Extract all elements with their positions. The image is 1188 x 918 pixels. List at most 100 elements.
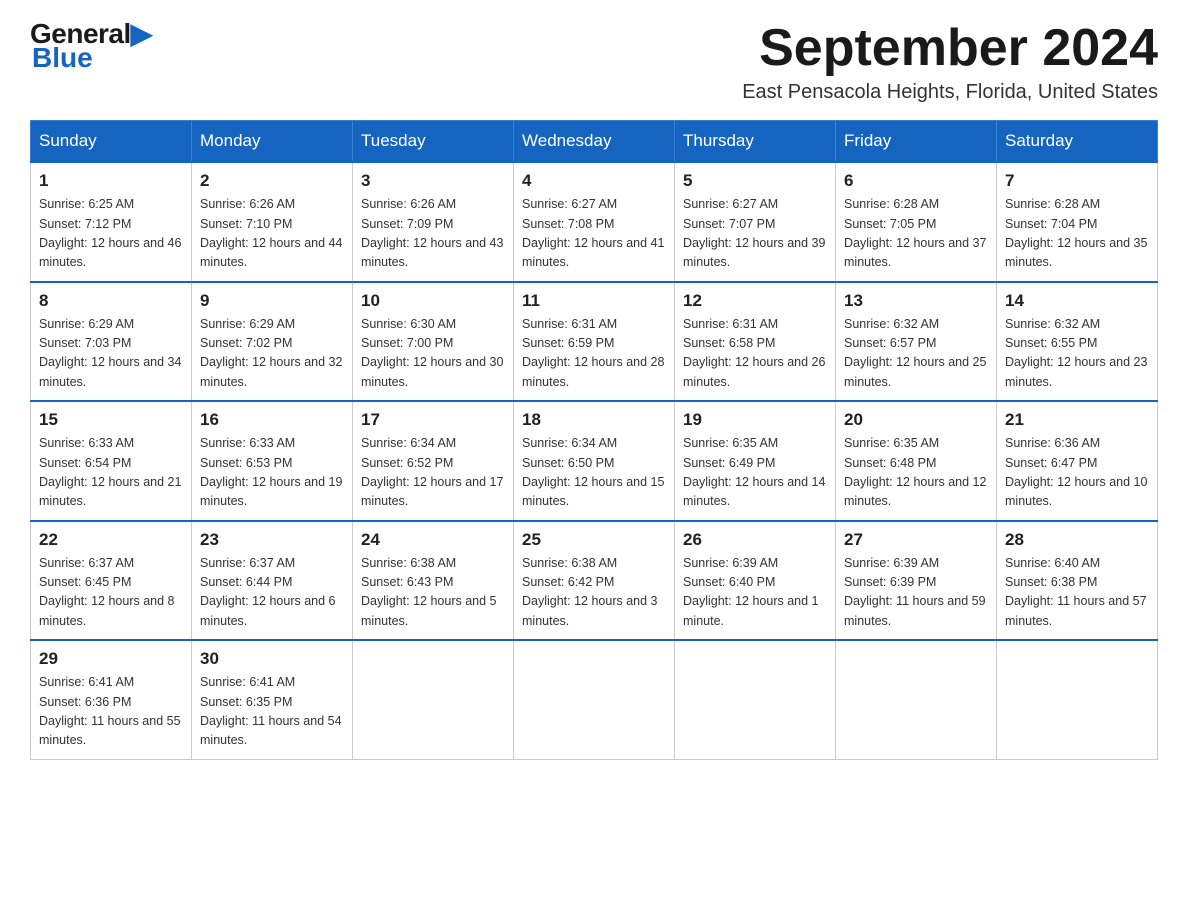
week-row-5: 29 Sunrise: 6:41 AM Sunset: 6:36 PM Dayl… xyxy=(31,640,1158,759)
day-number: 13 xyxy=(844,291,988,311)
calendar-cell xyxy=(997,640,1158,759)
day-info: Sunrise: 6:32 AM Sunset: 6:55 PM Dayligh… xyxy=(1005,315,1149,393)
calendar-table: SundayMondayTuesdayWednesdayThursdayFrid… xyxy=(30,120,1158,760)
weekday-header-row: SundayMondayTuesdayWednesdayThursdayFrid… xyxy=(31,121,1158,163)
day-info: Sunrise: 6:32 AM Sunset: 6:57 PM Dayligh… xyxy=(844,315,988,393)
logo: General▶ Blue xyxy=(30,20,152,72)
day-number: 5 xyxy=(683,171,827,191)
day-info: Sunrise: 6:36 AM Sunset: 6:47 PM Dayligh… xyxy=(1005,434,1149,512)
month-title: September 2024 xyxy=(742,20,1158,77)
day-info: Sunrise: 6:41 AM Sunset: 6:36 PM Dayligh… xyxy=(39,673,183,751)
day-info: Sunrise: 6:38 AM Sunset: 6:42 PM Dayligh… xyxy=(522,554,666,632)
logo-blue-text: Blue xyxy=(32,42,93,73)
calendar-cell: 26 Sunrise: 6:39 AM Sunset: 6:40 PM Dayl… xyxy=(675,521,836,641)
day-info: Sunrise: 6:38 AM Sunset: 6:43 PM Dayligh… xyxy=(361,554,505,632)
day-info: Sunrise: 6:37 AM Sunset: 6:44 PM Dayligh… xyxy=(200,554,344,632)
day-number: 20 xyxy=(844,410,988,430)
day-number: 14 xyxy=(1005,291,1149,311)
calendar-cell: 5 Sunrise: 6:27 AM Sunset: 7:07 PM Dayli… xyxy=(675,162,836,282)
day-number: 16 xyxy=(200,410,344,430)
location-title: East Pensacola Heights, Florida, United … xyxy=(742,81,1158,104)
day-number: 24 xyxy=(361,530,505,550)
calendar-cell: 8 Sunrise: 6:29 AM Sunset: 7:03 PM Dayli… xyxy=(31,282,192,402)
calendar-cell: 12 Sunrise: 6:31 AM Sunset: 6:58 PM Dayl… xyxy=(675,282,836,402)
calendar-cell xyxy=(514,640,675,759)
day-info: Sunrise: 6:33 AM Sunset: 6:53 PM Dayligh… xyxy=(200,434,344,512)
day-number: 18 xyxy=(522,410,666,430)
calendar-cell: 4 Sunrise: 6:27 AM Sunset: 7:08 PM Dayli… xyxy=(514,162,675,282)
calendar-cell: 15 Sunrise: 6:33 AM Sunset: 6:54 PM Dayl… xyxy=(31,401,192,521)
weekday-header-friday: Friday xyxy=(836,121,997,163)
calendar-cell: 16 Sunrise: 6:33 AM Sunset: 6:53 PM Dayl… xyxy=(192,401,353,521)
day-info: Sunrise: 6:35 AM Sunset: 6:48 PM Dayligh… xyxy=(844,434,988,512)
calendar-cell: 23 Sunrise: 6:37 AM Sunset: 6:44 PM Dayl… xyxy=(192,521,353,641)
day-number: 8 xyxy=(39,291,183,311)
page-header: General▶ Blue September 2024 East Pensac… xyxy=(30,20,1158,104)
calendar-cell: 27 Sunrise: 6:39 AM Sunset: 6:39 PM Dayl… xyxy=(836,521,997,641)
calendar-cell: 9 Sunrise: 6:29 AM Sunset: 7:02 PM Dayli… xyxy=(192,282,353,402)
day-number: 21 xyxy=(1005,410,1149,430)
day-info: Sunrise: 6:27 AM Sunset: 7:07 PM Dayligh… xyxy=(683,195,827,273)
day-info: Sunrise: 6:34 AM Sunset: 6:50 PM Dayligh… xyxy=(522,434,666,512)
day-info: Sunrise: 6:26 AM Sunset: 7:10 PM Dayligh… xyxy=(200,195,344,273)
day-info: Sunrise: 6:25 AM Sunset: 7:12 PM Dayligh… xyxy=(39,195,183,273)
day-number: 26 xyxy=(683,530,827,550)
day-info: Sunrise: 6:28 AM Sunset: 7:04 PM Dayligh… xyxy=(1005,195,1149,273)
weekday-header-tuesday: Tuesday xyxy=(353,121,514,163)
day-info: Sunrise: 6:31 AM Sunset: 6:59 PM Dayligh… xyxy=(522,315,666,393)
day-info: Sunrise: 6:34 AM Sunset: 6:52 PM Dayligh… xyxy=(361,434,505,512)
calendar-cell xyxy=(353,640,514,759)
day-number: 28 xyxy=(1005,530,1149,550)
day-number: 7 xyxy=(1005,171,1149,191)
day-info: Sunrise: 6:39 AM Sunset: 6:40 PM Dayligh… xyxy=(683,554,827,632)
day-number: 1 xyxy=(39,171,183,191)
calendar-cell: 1 Sunrise: 6:25 AM Sunset: 7:12 PM Dayli… xyxy=(31,162,192,282)
calendar-cell: 17 Sunrise: 6:34 AM Sunset: 6:52 PM Dayl… xyxy=(353,401,514,521)
day-info: Sunrise: 6:35 AM Sunset: 6:49 PM Dayligh… xyxy=(683,434,827,512)
day-number: 25 xyxy=(522,530,666,550)
day-info: Sunrise: 6:27 AM Sunset: 7:08 PM Dayligh… xyxy=(522,195,666,273)
calendar-cell: 3 Sunrise: 6:26 AM Sunset: 7:09 PM Dayli… xyxy=(353,162,514,282)
day-number: 3 xyxy=(361,171,505,191)
calendar-cell: 24 Sunrise: 6:38 AM Sunset: 6:43 PM Dayl… xyxy=(353,521,514,641)
calendar-cell: 2 Sunrise: 6:26 AM Sunset: 7:10 PM Dayli… xyxy=(192,162,353,282)
weekday-header-monday: Monday xyxy=(192,121,353,163)
day-info: Sunrise: 6:39 AM Sunset: 6:39 PM Dayligh… xyxy=(844,554,988,632)
calendar-cell xyxy=(675,640,836,759)
day-info: Sunrise: 6:41 AM Sunset: 6:35 PM Dayligh… xyxy=(200,673,344,751)
weekday-header-wednesday: Wednesday xyxy=(514,121,675,163)
calendar-cell: 13 Sunrise: 6:32 AM Sunset: 6:57 PM Dayl… xyxy=(836,282,997,402)
title-area: September 2024 East Pensacola Heights, F… xyxy=(742,20,1158,104)
day-number: 11 xyxy=(522,291,666,311)
calendar-cell: 14 Sunrise: 6:32 AM Sunset: 6:55 PM Dayl… xyxy=(997,282,1158,402)
calendar-cell: 20 Sunrise: 6:35 AM Sunset: 6:48 PM Dayl… xyxy=(836,401,997,521)
calendar-cell: 30 Sunrise: 6:41 AM Sunset: 6:35 PM Dayl… xyxy=(192,640,353,759)
day-number: 29 xyxy=(39,649,183,669)
week-row-2: 8 Sunrise: 6:29 AM Sunset: 7:03 PM Dayli… xyxy=(31,282,1158,402)
day-info: Sunrise: 6:29 AM Sunset: 7:02 PM Dayligh… xyxy=(200,315,344,393)
calendar-cell: 29 Sunrise: 6:41 AM Sunset: 6:36 PM Dayl… xyxy=(31,640,192,759)
day-number: 19 xyxy=(683,410,827,430)
calendar-cell: 19 Sunrise: 6:35 AM Sunset: 6:49 PM Dayl… xyxy=(675,401,836,521)
day-number: 17 xyxy=(361,410,505,430)
day-info: Sunrise: 6:40 AM Sunset: 6:38 PM Dayligh… xyxy=(1005,554,1149,632)
calendar-cell: 18 Sunrise: 6:34 AM Sunset: 6:50 PM Dayl… xyxy=(514,401,675,521)
calendar-cell: 28 Sunrise: 6:40 AM Sunset: 6:38 PM Dayl… xyxy=(997,521,1158,641)
calendar-cell: 7 Sunrise: 6:28 AM Sunset: 7:04 PM Dayli… xyxy=(997,162,1158,282)
day-info: Sunrise: 6:31 AM Sunset: 6:58 PM Dayligh… xyxy=(683,315,827,393)
day-number: 4 xyxy=(522,171,666,191)
day-number: 22 xyxy=(39,530,183,550)
day-number: 9 xyxy=(200,291,344,311)
day-info: Sunrise: 6:33 AM Sunset: 6:54 PM Dayligh… xyxy=(39,434,183,512)
day-info: Sunrise: 6:28 AM Sunset: 7:05 PM Dayligh… xyxy=(844,195,988,273)
calendar-cell xyxy=(836,640,997,759)
day-number: 23 xyxy=(200,530,344,550)
calendar-cell: 21 Sunrise: 6:36 AM Sunset: 6:47 PM Dayl… xyxy=(997,401,1158,521)
day-info: Sunrise: 6:30 AM Sunset: 7:00 PM Dayligh… xyxy=(361,315,505,393)
day-number: 12 xyxy=(683,291,827,311)
week-row-1: 1 Sunrise: 6:25 AM Sunset: 7:12 PM Dayli… xyxy=(31,162,1158,282)
day-info: Sunrise: 6:37 AM Sunset: 6:45 PM Dayligh… xyxy=(39,554,183,632)
week-row-3: 15 Sunrise: 6:33 AM Sunset: 6:54 PM Dayl… xyxy=(31,401,1158,521)
calendar-cell: 10 Sunrise: 6:30 AM Sunset: 7:00 PM Dayl… xyxy=(353,282,514,402)
day-number: 15 xyxy=(39,410,183,430)
